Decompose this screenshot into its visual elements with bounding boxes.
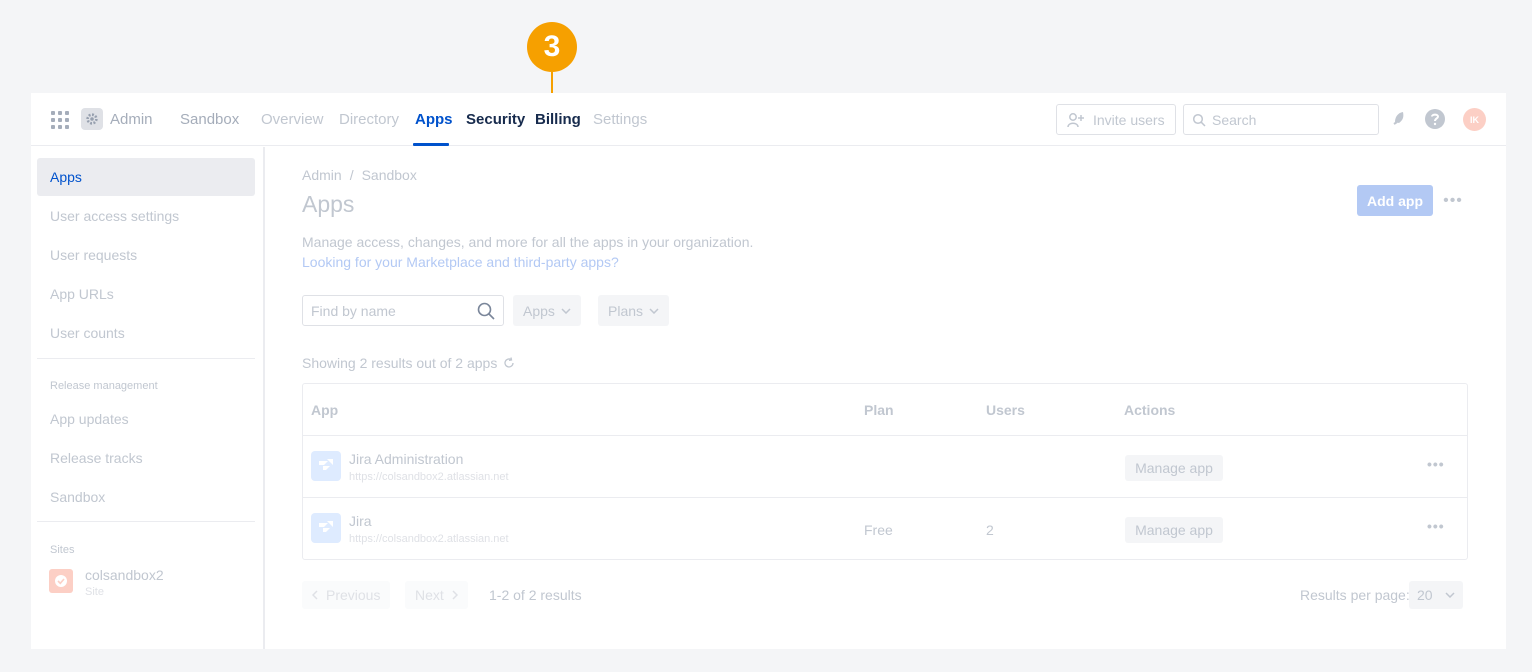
plan-cell: Free bbox=[864, 522, 893, 538]
sidebar-item-release-tracks[interactable]: Release tracks bbox=[37, 439, 255, 477]
search-icon bbox=[477, 302, 495, 320]
notifications-icon[interactable] bbox=[1389, 108, 1411, 130]
column-header-plan: Plan bbox=[864, 402, 894, 418]
column-header-app[interactable]: App bbox=[311, 402, 338, 418]
plans-filter-dropdown[interactable]: Plans bbox=[598, 295, 670, 326]
chevron-down-icon bbox=[561, 307, 571, 314]
next-page-button[interactable]: Next bbox=[405, 581, 468, 609]
next-label: Next bbox=[415, 587, 444, 603]
admin-window: Admin Sandbox Overview Directory Apps Se… bbox=[31, 93, 1506, 649]
results-count: Showing 2 results out of 2 apps bbox=[302, 355, 515, 371]
users-cell: 2 bbox=[986, 522, 994, 538]
find-placeholder: Find by name bbox=[311, 302, 396, 319]
page-title: Apps bbox=[302, 191, 355, 217]
sidebar-item-sandbox[interactable]: Sandbox bbox=[37, 478, 255, 516]
step-callout: 3 bbox=[527, 22, 577, 72]
row-more-button[interactable]: ••• bbox=[1427, 518, 1445, 534]
breadcrumb-sandbox[interactable]: Sandbox bbox=[362, 167, 417, 183]
marketplace-link[interactable]: Looking for your Marketplace and third-p… bbox=[302, 254, 619, 270]
help-icon[interactable] bbox=[1424, 108, 1446, 130]
chevron-down-icon bbox=[649, 307, 659, 314]
nav-billing[interactable]: Billing bbox=[535, 111, 581, 128]
app-url: https://colsandbox2.atlassian.net bbox=[349, 471, 509, 483]
apps-filter-label: Apps bbox=[523, 302, 555, 319]
sidebar-item-user-requests[interactable]: User requests bbox=[37, 236, 255, 274]
sidebar-item-user-access-settings[interactable]: User access settings bbox=[37, 197, 255, 235]
apps-filter-dropdown[interactable]: Apps bbox=[513, 295, 581, 326]
nav-admin[interactable]: Admin bbox=[110, 111, 153, 128]
sidebar-divider bbox=[37, 521, 255, 522]
app-switcher-icon[interactable] bbox=[51, 111, 69, 129]
site-type: Site bbox=[85, 586, 104, 598]
sidebar-divider bbox=[37, 358, 255, 359]
breadcrumb-admin[interactable]: Admin bbox=[302, 167, 342, 183]
sidebar-heading-release: Release management bbox=[50, 380, 158, 392]
chevron-right-icon bbox=[452, 590, 458, 600]
app-url: https://colsandbox2.atlassian.net bbox=[349, 533, 509, 545]
sidebar-item-app-urls[interactable]: App URLs bbox=[37, 275, 255, 313]
app-name[interactable]: Jira Administration bbox=[349, 451, 463, 467]
jira-icon bbox=[311, 513, 341, 543]
breadcrumb-separator: / bbox=[349, 167, 354, 183]
nav-sandbox[interactable]: Sandbox bbox=[180, 111, 239, 128]
search-input[interactable]: Search bbox=[1183, 104, 1379, 135]
chevron-left-icon bbox=[312, 590, 318, 600]
sidebar-item-app-updates[interactable]: App updates bbox=[37, 400, 255, 438]
nav-overview[interactable]: Overview bbox=[261, 111, 324, 128]
nav-directory[interactable]: Directory bbox=[339, 111, 399, 128]
more-actions-button[interactable]: ••• bbox=[1438, 185, 1468, 216]
results-per-page-value: 20 bbox=[1417, 587, 1433, 603]
apps-table: App Plan Users Actions Jira Administrati… bbox=[302, 383, 1468, 560]
jira-icon bbox=[311, 451, 341, 481]
column-header-actions: Actions bbox=[1124, 402, 1176, 418]
plans-filter-label: Plans bbox=[608, 302, 644, 319]
gear-icon bbox=[81, 108, 103, 130]
table-row: Jira https://colsandbox2.atlassian.net F… bbox=[303, 497, 1467, 559]
avatar[interactable]: IK bbox=[1463, 108, 1486, 131]
site-name[interactable]: colsandbox2 bbox=[85, 567, 164, 583]
sidebar-item-user-counts[interactable]: User counts bbox=[37, 314, 255, 352]
results-per-page-label: Results per page: bbox=[1300, 587, 1410, 603]
sidebar-item-apps[interactable]: Apps bbox=[37, 158, 255, 196]
search-placeholder: Search bbox=[1212, 111, 1257, 128]
nav-security[interactable]: Security bbox=[466, 111, 525, 128]
app-name[interactable]: Jira bbox=[349, 513, 372, 529]
table-row: Jira Administration https://colsandbox2.… bbox=[303, 435, 1467, 497]
previous-label: Previous bbox=[326, 587, 381, 603]
find-by-name-input[interactable]: Find by name bbox=[302, 295, 504, 326]
sidebar: Apps User access settings User requests … bbox=[31, 147, 265, 649]
pagination-summary: 1-2 of 2 results bbox=[489, 587, 582, 603]
breadcrumb: Admin / Sandbox bbox=[302, 167, 417, 183]
manage-app-button[interactable]: Manage app bbox=[1125, 517, 1223, 543]
manage-app-button[interactable]: Manage app bbox=[1125, 455, 1223, 481]
results-per-page-select[interactable]: 20 bbox=[1409, 581, 1463, 609]
top-nav: Admin Sandbox Overview Directory Apps Se… bbox=[31, 93, 1506, 146]
add-user-icon bbox=[1067, 112, 1084, 127]
main-content: Admin / Sandbox Apps Add app ••• Manage … bbox=[266, 147, 1506, 649]
search-icon bbox=[1192, 113, 1206, 127]
invite-users-button[interactable]: Invite users bbox=[1056, 104, 1176, 135]
site-icon bbox=[49, 569, 73, 593]
nav-settings[interactable]: Settings bbox=[593, 111, 647, 128]
chevron-down-icon bbox=[1445, 592, 1455, 598]
invite-users-label: Invite users bbox=[1093, 111, 1165, 128]
add-app-button[interactable]: Add app bbox=[1357, 185, 1433, 216]
column-header-users: Users bbox=[986, 402, 1025, 418]
previous-page-button[interactable]: Previous bbox=[302, 581, 391, 609]
sidebar-heading-sites: Sites bbox=[50, 544, 75, 556]
refresh-icon[interactable] bbox=[503, 357, 515, 369]
active-tab-indicator bbox=[413, 143, 449, 146]
results-count-text: Showing 2 results out of 2 apps bbox=[302, 355, 498, 371]
page-description: Manage access, changes, and more for all… bbox=[302, 234, 754, 250]
nav-apps[interactable]: Apps bbox=[415, 111, 453, 128]
row-more-button[interactable]: ••• bbox=[1427, 456, 1445, 472]
